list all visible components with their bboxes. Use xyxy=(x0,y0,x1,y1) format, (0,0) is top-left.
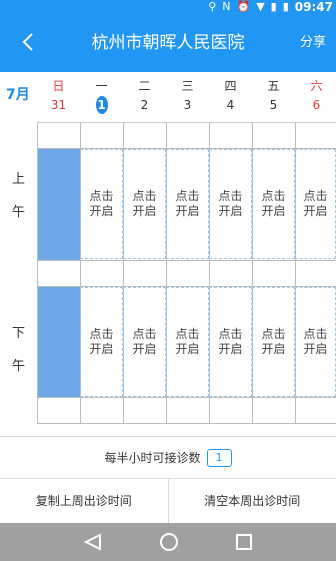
action-bar: 复制上周出诊时间 清空本周出诊时间 xyxy=(0,478,336,523)
slot-open-button[interactable]: 点击 开启 xyxy=(295,287,336,397)
slot-open-text: 开启 xyxy=(175,204,200,218)
page-title: 杭州市朝晖人民医院 xyxy=(91,33,245,53)
weekday-label: 五 xyxy=(267,79,280,93)
slot-open-button[interactable]: 点击 开启 xyxy=(252,287,295,397)
signal-icon: ▮ xyxy=(270,0,277,13)
status-time: 09:47 xyxy=(294,0,333,14)
clear-this-week-button[interactable]: 清空本周出诊时间 xyxy=(167,479,336,523)
day-fri[interactable]: 五 5 xyxy=(252,78,295,114)
slot-open-text: 开启 xyxy=(218,342,243,356)
afternoon-label-char: 午 xyxy=(11,359,25,374)
slot-open-text: 点击 xyxy=(218,327,243,341)
nav-home-icon[interactable] xyxy=(159,532,179,552)
date-label: 6 xyxy=(312,98,321,112)
slot-open-text: 点击 xyxy=(261,189,286,203)
slot-open-text: 开启 xyxy=(303,204,328,218)
afternoon-label: 下 午 xyxy=(0,322,37,374)
morning-label-char: 上 xyxy=(11,172,25,187)
weekday-label: 四 xyxy=(224,79,237,93)
date-label: 2 xyxy=(140,98,149,112)
slot-open-text: 开启 xyxy=(89,342,114,356)
sunday-morning-slot[interactable] xyxy=(38,149,80,260)
day-wed[interactable]: 三 3 xyxy=(166,78,209,114)
slot-open-text: 开启 xyxy=(132,342,157,356)
capacity-label: 每半小时可接诊数 xyxy=(104,451,201,465)
schedule-grid: 点击 开启 点击 开启 点击 开启 点击 开启 点击 开启 点击 开启 点击 开启 点击 开启 … xyxy=(37,122,336,424)
date-label: 4 xyxy=(226,98,235,112)
alarm-icon: ⏰ xyxy=(236,0,251,13)
nfc-icon: N xyxy=(222,0,231,13)
morning-label-char: 午 xyxy=(11,205,25,220)
slot-open-text: 点击 xyxy=(175,327,200,341)
date-label: 31 xyxy=(50,98,67,112)
slot-open-text: 点击 xyxy=(261,327,286,341)
share-button[interactable]: 分享 xyxy=(300,14,326,72)
slot-open-text: 开启 xyxy=(175,342,200,356)
slot-open-text: 点击 xyxy=(218,189,243,203)
slot-open-text: 开启 xyxy=(261,204,286,218)
slot-open-button[interactable]: 点击 开启 xyxy=(166,287,209,397)
capacity-row: 每半小时可接诊数 1 xyxy=(0,436,336,478)
day-mon[interactable]: 一 1 xyxy=(80,78,123,114)
slot-open-text: 点击 xyxy=(89,189,114,203)
slot-open-button[interactable]: 点击 开启 xyxy=(209,149,252,259)
nav-back-icon[interactable] xyxy=(83,533,103,551)
grid-divider xyxy=(37,397,336,398)
slot-open-text: 开启 xyxy=(218,204,243,218)
selected-date-label: 1 xyxy=(95,96,108,114)
slot-open-text: 点击 xyxy=(303,327,328,341)
slot-open-text: 开启 xyxy=(303,342,328,356)
day-tue[interactable]: 二 2 xyxy=(123,78,166,114)
slot-open-button[interactable]: 点击 开启 xyxy=(295,149,336,259)
date-label: 3 xyxy=(183,98,192,112)
slot-open-text: 开启 xyxy=(89,204,114,218)
slot-open-text: 开启 xyxy=(261,342,286,356)
wifi-icon: ▼ xyxy=(256,0,265,13)
capacity-count-input[interactable]: 1 xyxy=(206,448,232,467)
slot-open-button[interactable]: 点击 开启 xyxy=(123,287,166,397)
slot-open-button[interactable]: 点击 开启 xyxy=(209,287,252,397)
location-icon: ⚲ xyxy=(208,0,217,13)
app-bar: 杭州市朝晖人民医院 分享 xyxy=(0,14,336,72)
day-thu[interactable]: 四 4 xyxy=(209,78,252,114)
slot-open-button[interactable]: 点击 开启 xyxy=(166,149,209,259)
slot-open-text: 点击 xyxy=(89,327,114,341)
slot-open-text: 点击 xyxy=(132,327,157,341)
slot-open-button[interactable]: 点击 开启 xyxy=(80,287,123,397)
weekday-label: 一 xyxy=(95,79,108,93)
week-header: 7月 日 31 一 1 二 2 三 3 四 4 五 5 六 6 xyxy=(0,72,336,122)
month-label[interactable]: 7月 xyxy=(6,84,30,104)
slot-open-text: 点击 xyxy=(303,189,328,203)
slot-open-text: 开启 xyxy=(132,204,157,218)
slot-open-text: 点击 xyxy=(175,189,200,203)
weekday-label: 二 xyxy=(138,79,151,93)
slot-open-text: 点击 xyxy=(132,189,157,203)
slot-open-button[interactable]: 点击 开启 xyxy=(123,149,166,259)
nav-recents-icon[interactable] xyxy=(235,533,253,551)
weekday-label: 日 xyxy=(52,79,65,93)
sunday-afternoon-slot[interactable] xyxy=(38,287,80,397)
slot-open-button[interactable]: 点击 开启 xyxy=(80,149,123,259)
weekday-label: 六 xyxy=(310,79,323,93)
morning-label: 上 午 xyxy=(0,168,37,220)
slot-open-button[interactable]: 点击 开启 xyxy=(252,149,295,259)
grid-divider xyxy=(37,423,336,424)
grid-divider xyxy=(37,260,336,261)
copy-last-week-button[interactable]: 复制上周出诊时间 xyxy=(0,479,168,523)
status-bar: ⚲ N ⏰ ▼ ▮ ▮ 09:47 xyxy=(0,0,336,14)
day-sun[interactable]: 日 31 xyxy=(37,78,80,114)
day-sat[interactable]: 六 6 xyxy=(295,78,336,114)
system-nav-bar xyxy=(0,523,336,561)
afternoon-label-char: 下 xyxy=(11,326,25,341)
weekday-label: 三 xyxy=(181,79,194,93)
date-label: 5 xyxy=(269,98,278,112)
battery-icon: ▮ xyxy=(282,0,289,13)
